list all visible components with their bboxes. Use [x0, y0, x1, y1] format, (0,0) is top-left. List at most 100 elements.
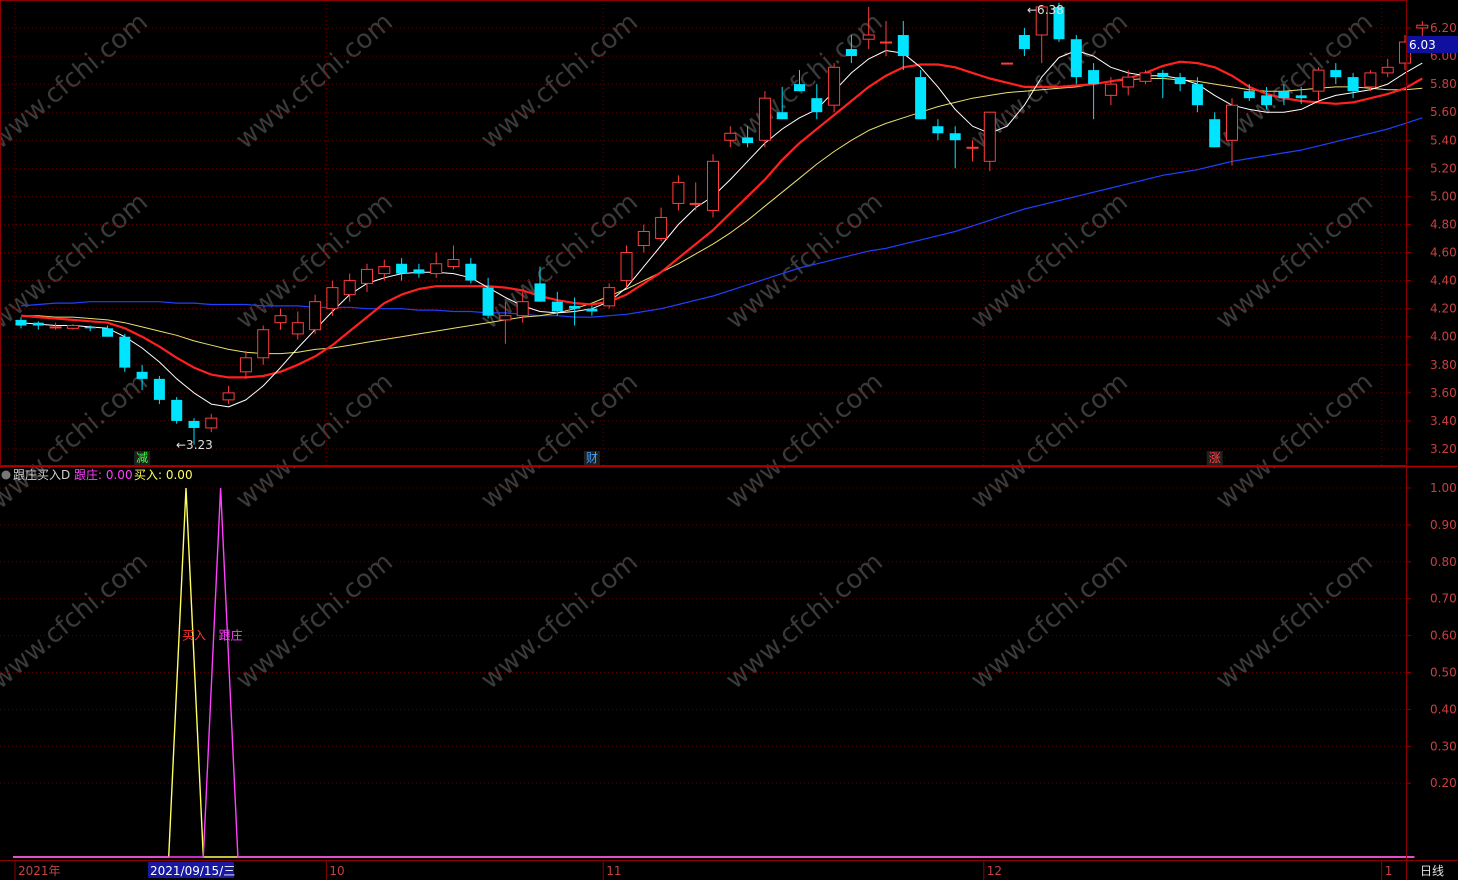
candle-body-up[interactable]: [689, 202, 702, 205]
candle-body-up[interactable]: [862, 34, 875, 40]
candle-body-up[interactable]: [239, 357, 252, 373]
candle-body-down[interactable]: [1174, 77, 1186, 85]
candle-body-down[interactable]: [396, 263, 408, 274]
candle-body-up[interactable]: [672, 181, 685, 204]
candle-body-up[interactable]: [309, 301, 322, 331]
candle-body-down[interactable]: [171, 399, 183, 421]
indicator-title[interactable]: 跟庄买入D: [13, 467, 70, 482]
candle-body-up[interactable]: [430, 263, 443, 275]
candle-body-up[interactable]: [637, 230, 650, 247]
candle-body-up[interactable]: [655, 216, 668, 239]
candle-body-down[interactable]: [1330, 70, 1342, 78]
candle-body-down[interactable]: [1209, 119, 1221, 148]
candle-body-up[interactable]: [205, 417, 218, 429]
candle-body-up[interactable]: [1312, 69, 1325, 92]
candle-body-down[interactable]: [1295, 95, 1307, 99]
candle-body-up[interactable]: [274, 315, 287, 324]
candle-body-up[interactable]: [603, 287, 616, 307]
candle-body-up[interactable]: [620, 252, 633, 282]
candle-body-up[interactable]: [1364, 72, 1377, 88]
candle-body-up[interactable]: [983, 111, 996, 162]
candle-body-down[interactable]: [811, 98, 823, 113]
candle-body-down[interactable]: [534, 283, 546, 302]
candle-body-down[interactable]: [413, 269, 425, 274]
candle-body-up[interactable]: [1416, 24, 1429, 29]
candle-body-down[interactable]: [119, 336, 131, 368]
candle-body-up[interactable]: [326, 287, 339, 310]
event-marker-label[interactable]: 涨: [1209, 450, 1221, 465]
indicator-tick-label: 0.30: [1430, 739, 1457, 753]
candle-body-down[interactable]: [932, 126, 944, 134]
indicator-tick-label: 0.80: [1430, 555, 1457, 569]
low-price-label: ←3.23: [176, 438, 213, 452]
candle-body-down[interactable]: [482, 287, 494, 316]
candle-body-down[interactable]: [794, 84, 805, 92]
event-marker-label[interactable]: 财: [586, 451, 598, 465]
x-tick-label: 1: [1385, 864, 1393, 878]
period-button[interactable]: 日线: [1420, 864, 1444, 878]
candle-body-up[interactable]: [222, 392, 235, 401]
candle-body-down[interactable]: [1347, 77, 1359, 92]
candle-body-down[interactable]: [188, 420, 200, 428]
candle-body-up[interactable]: [758, 97, 771, 141]
price-tick-label: 4.00: [1430, 330, 1457, 344]
candle-body-down[interactable]: [845, 49, 857, 57]
candle-body-down[interactable]: [915, 77, 927, 120]
candle-body-down[interactable]: [136, 371, 148, 379]
candle-body-up[interactable]: [880, 41, 892, 44]
candle-body-up[interactable]: [361, 268, 373, 284]
event-marker-label[interactable]: 减: [136, 451, 148, 465]
candle-body-down[interactable]: [1088, 70, 1100, 85]
indicator-settings-icon[interactable]: [1, 470, 11, 480]
candle-body-up[interactable]: [1381, 66, 1394, 74]
price-tick-label: 4.40: [1430, 274, 1457, 288]
candle-body-down[interactable]: [1018, 35, 1030, 50]
candle-body-up[interactable]: [1104, 83, 1117, 96]
candle-body-up[interactable]: [1122, 76, 1135, 88]
candle-body-up[interactable]: [828, 66, 841, 106]
candle-body-up[interactable]: [724, 132, 737, 141]
candle-body-down[interactable]: [1261, 95, 1273, 106]
candle-body-up[interactable]: [447, 259, 460, 268]
candle-body-down[interactable]: [153, 378, 165, 400]
candle-body-up[interactable]: [66, 325, 79, 329]
current-price-value: 6.03: [1409, 38, 1436, 52]
candle-body-down[interactable]: [102, 328, 113, 337]
candle-body-up[interactable]: [343, 280, 356, 296]
candle-body-up[interactable]: [499, 315, 512, 321]
buy-value-label: 买入: 0.00: [134, 468, 193, 482]
candle-body-down[interactable]: [776, 112, 788, 120]
indicator-tick-label: 0.20: [1430, 776, 1457, 790]
candle-body-down[interactable]: [742, 137, 754, 144]
candle-body-up[interactable]: [1226, 104, 1238, 141]
candle-body-up[interactable]: [516, 301, 529, 317]
candle-body-up[interactable]: [966, 146, 979, 149]
stock-chart[interactable]: www.cfchi.com www.cfchi.com www.cfchi.com w…: [0, 0, 1458, 880]
candle-body-up[interactable]: [378, 266, 391, 275]
candle-body-down[interactable]: [1243, 91, 1255, 99]
follow-annotation: 跟庄: [219, 628, 243, 643]
price-tick-label: 4.20: [1430, 302, 1457, 316]
candle-body-down[interactable]: [551, 301, 563, 312]
candle-body-down[interactable]: [569, 305, 581, 309]
candle-body-up[interactable]: [1139, 72, 1152, 82]
candle-body-up[interactable]: [257, 329, 270, 359]
candle-body-down[interactable]: [1191, 84, 1203, 106]
candle-body-down[interactable]: [1157, 72, 1169, 78]
candle-body-up[interactable]: [291, 322, 304, 335]
candle-body-down[interactable]: [1278, 91, 1290, 99]
candle-body-down[interactable]: [897, 35, 909, 57]
indicator-tick-label: 0.90: [1430, 518, 1457, 532]
candle-body-down[interactable]: [84, 326, 96, 329]
candle-body-up[interactable]: [707, 160, 719, 211]
price-tick-label: 4.60: [1430, 246, 1457, 260]
candle-body-up[interactable]: [49, 326, 62, 329]
candle-body-down[interactable]: [32, 322, 44, 326]
candle-body-down[interactable]: [15, 319, 27, 326]
candle-body-down[interactable]: [586, 308, 598, 312]
candle-body-up[interactable]: [1001, 62, 1014, 65]
candle-body-down[interactable]: [949, 133, 961, 141]
indicator-tick-label: 0.70: [1430, 592, 1457, 606]
candle-body-down[interactable]: [465, 263, 477, 281]
candle-body-down[interactable]: [1070, 39, 1082, 78]
